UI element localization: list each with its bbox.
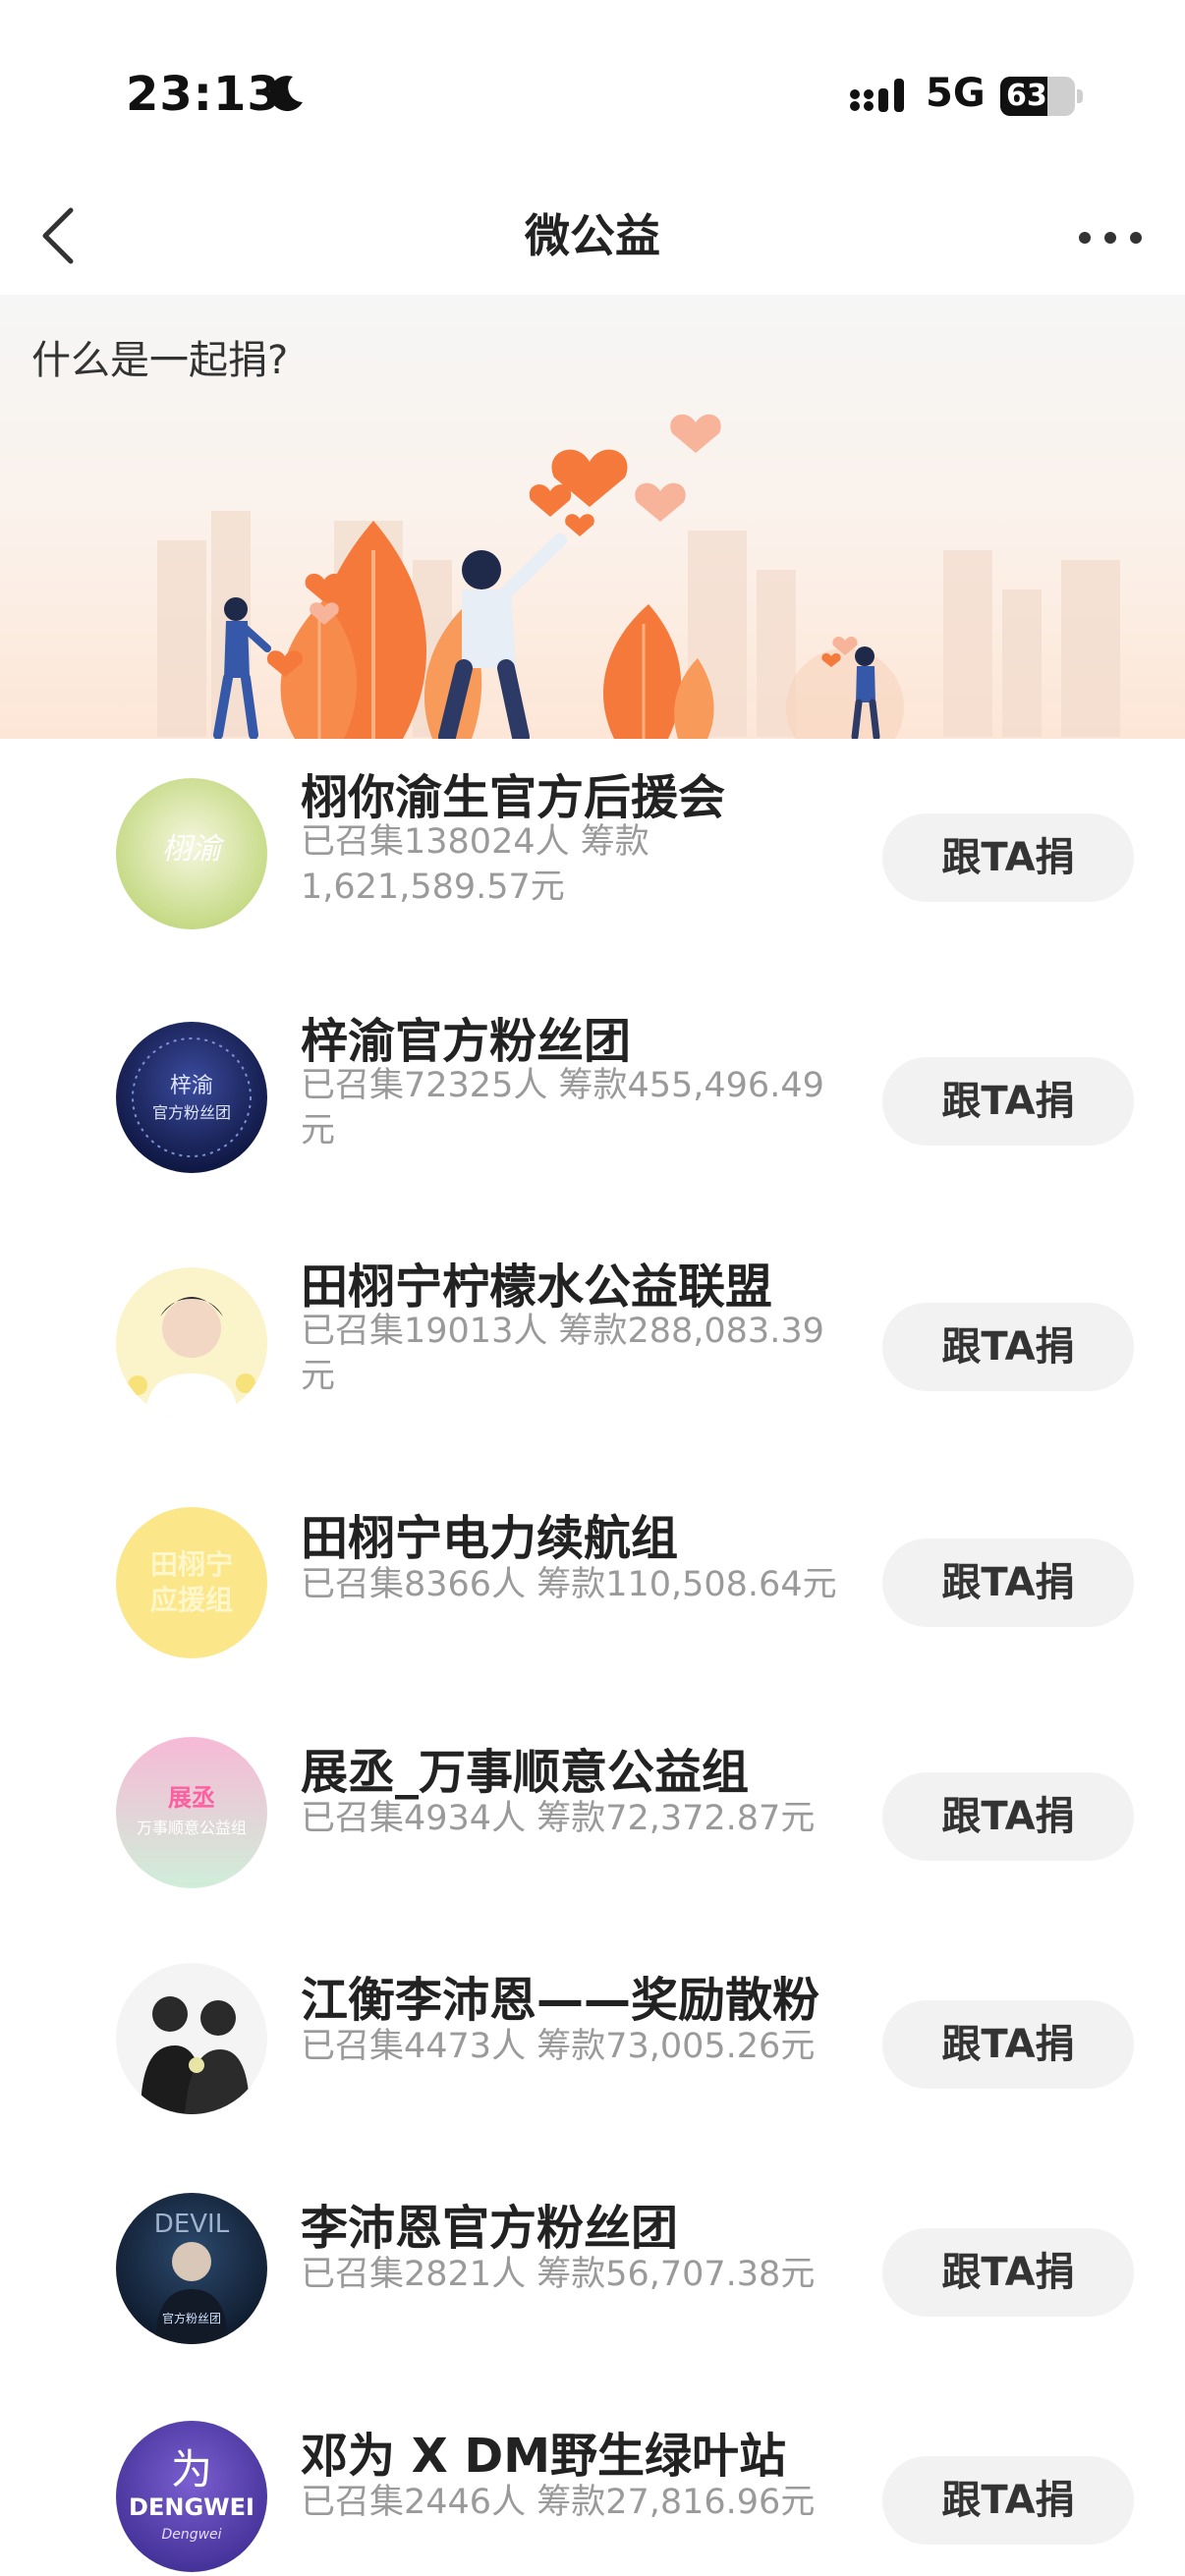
svg-text:梓渝: 梓渝	[170, 1074, 213, 1098]
group-name: 田栩宁柠檬水公益联盟	[301, 1260, 773, 1315]
group-stats: 已召集4473人 筹款73,005.26元	[301, 2027, 816, 2066]
avatar: 为 DENGWEI Dengwei	[116, 2421, 267, 2572]
status-bar: 23:13 5G 63	[0, 0, 1185, 177]
donate-with-button[interactable]: 跟TA捐	[882, 2456, 1134, 2545]
avatar: 展丞 万事顺意公益组	[116, 1737, 267, 1888]
avatar: 栩渝	[116, 778, 267, 929]
avatar	[116, 1267, 267, 1419]
group-name: 展丞_万事顺意公益组	[301, 1745, 750, 1800]
battery-level-text: 63	[1006, 79, 1047, 113]
group-stats: 已召集138024人 筹款1,621,589.57元	[301, 822, 649, 907]
donate-with-button[interactable]: 跟TA捐	[882, 1303, 1134, 1391]
group-name: 田栩宁电力续航组	[301, 1511, 679, 1566]
moon-icon	[269, 76, 303, 112]
nav-bar: 微公益	[0, 177, 1185, 295]
avatar: 梓渝 官方粉丝团	[116, 1022, 267, 1173]
donate-with-button[interactable]: 跟TA捐	[882, 1539, 1134, 1627]
donate-with-button[interactable]: 跟TA捐	[882, 813, 1134, 902]
list-item[interactable]: 展丞万事顺意公益组 展丞_万事顺意公益组 已召集4934人 筹款72,372.8…	[0, 1698, 1185, 1924]
svg-text:Dengwei: Dengwei	[161, 2527, 221, 2543]
group-name: 江衡李沛恩——奖励散粉	[301, 1973, 820, 2028]
status-time: 23:13	[126, 67, 281, 122]
network-type: 5G	[926, 71, 986, 116]
signal-icon	[850, 79, 904, 112]
svg-text:DEVIL: DEVIL	[154, 2210, 230, 2239]
donate-with-button[interactable]: 跟TA捐	[882, 1057, 1134, 1146]
chevron-left-icon[interactable]	[28, 196, 106, 275]
avatar	[116, 1963, 267, 2114]
group-stats: 已召集8366人 筹款110,508.64元	[301, 1565, 837, 1604]
group-name: 梓渝官方粉丝团	[301, 1014, 632, 1069]
svg-text:官方粉丝团: 官方粉丝团	[162, 2311, 221, 2325]
banner-question[interactable]: 什么是一起捐?	[31, 328, 288, 385]
svg-text:万事顺意公益组: 万事顺意公益组	[137, 1819, 247, 1837]
avatar: 田栩宁 应援组	[116, 1507, 267, 1658]
banner[interactable]: 什么是一起捐?	[0, 295, 1185, 739]
group-stats: 已召集2821人 筹款56,707.38元	[301, 2255, 816, 2294]
group-name: 李沛恩官方粉丝团	[301, 2201, 679, 2256]
svg-text:展丞: 展丞	[168, 1784, 215, 1812]
group-stats: 已召集4934人 筹款72,372.87元	[301, 1799, 816, 1838]
group-name: 栩你渝生官方后援会	[301, 770, 726, 825]
list-item[interactable]: 为 DENGWEI Dengwei 邓为 X DM野生绿叶站 已召集2446人 筹款…	[0, 2381, 1185, 2576]
svg-text:田栩宁: 田栩宁	[150, 1548, 233, 1581]
list-item[interactable]: DEVIL 官方粉丝团 李沛恩官方粉丝团 已召集2821人 筹款56,707.38…	[0, 2154, 1185, 2380]
group-stats: 已召集19013人 筹款288,083.39元	[301, 1312, 824, 1396]
avatar: DEVIL 官方粉丝团	[116, 2193, 267, 2344]
svg-text:DENGWEI: DENGWEI	[129, 2493, 254, 2521]
page-title: 微公益	[525, 209, 660, 262]
battery-icon: 63	[1000, 77, 1083, 116]
list-item[interactable]: 田栩宁 应援组 田栩宁电力续航组 已召集8366人 筹款110,508.64元 跟…	[0, 1470, 1185, 1696]
list-item[interactable]: 栩渝 栩你渝生官方后援会 已召集138024人 筹款1,621,589.57元 …	[0, 739, 1185, 965]
svg-text:官方粉丝团: 官方粉丝团	[152, 1103, 231, 1122]
donate-with-button[interactable]: 跟TA捐	[882, 2000, 1134, 2089]
donate-with-button[interactable]: 跟TA捐	[882, 2228, 1134, 2317]
list-item[interactable]: 田栩宁柠檬水公益联盟 已召集19013人 筹款288,083.39元 跟TA捐	[0, 1228, 1185, 1454]
donate-with-button[interactable]: 跟TA捐	[882, 1772, 1134, 1861]
group-name: 邓为 X DM野生绿叶站	[301, 2429, 787, 2484]
svg-text:栩渝: 栩渝	[162, 832, 225, 867]
group-stats: 已召集72325人 筹款455,496.49元	[301, 1066, 824, 1150]
svg-text:为: 为	[171, 2445, 212, 2493]
more-dots-icon[interactable]	[1071, 196, 1150, 275]
svg-text:应援组: 应援组	[150, 1584, 233, 1616]
list-item[interactable]: 江衡李沛恩——奖励散粉 已召集4473人 筹款73,005.26元 跟TA捐	[0, 1926, 1185, 2152]
group-stats: 已召集2446人 筹款27,816.96元	[301, 2483, 816, 2522]
list-item[interactable]: 梓渝 官方粉丝团 梓渝官方粉丝团 已召集72325人 筹款455,496.49元 …	[0, 984, 1185, 1210]
